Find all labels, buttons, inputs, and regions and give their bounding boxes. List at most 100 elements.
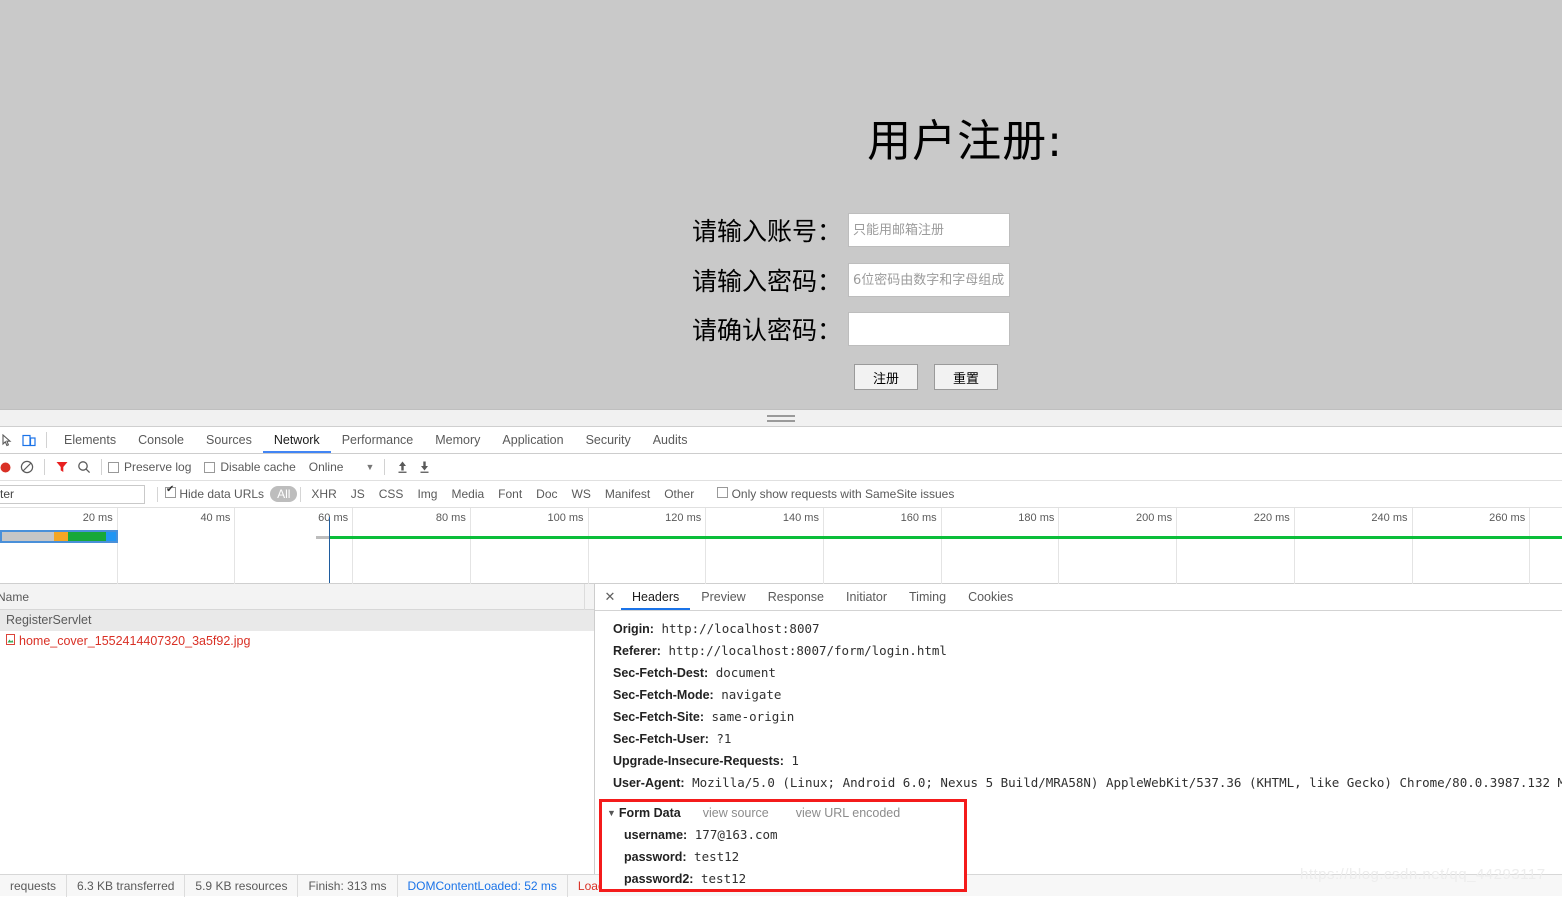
filter-type-css[interactable]: CSS — [372, 487, 411, 501]
header-value: ?1 — [716, 731, 731, 746]
header-row: Origin: http://localhost:8007 — [613, 618, 1562, 640]
network-filter-bar: Hide data URLs All XHR JS CSS Img Media … — [0, 481, 1562, 508]
search-icon[interactable] — [73, 456, 95, 478]
filter-type-manifest[interactable]: Manifest — [598, 487, 657, 501]
close-icon[interactable]: ✕ — [599, 589, 621, 605]
filter-type-font[interactable]: Font — [491, 487, 529, 501]
tab-audits[interactable]: Audits — [642, 427, 699, 453]
tab-network[interactable]: Network — [263, 427, 331, 453]
network-overview-timeline[interactable]: 20 ms40 ms60 ms80 ms100 ms120 ms140 ms16… — [0, 508, 1562, 584]
tab-headers[interactable]: Headers — [621, 584, 690, 610]
clear-requests-icon[interactable] — [16, 456, 38, 478]
header-key: Sec-Fetch-User: — [613, 732, 709, 746]
tab-response[interactable]: Response — [757, 584, 835, 610]
header-key: Sec-Fetch-Mode: — [613, 688, 714, 702]
filter-funnel-icon[interactable] — [51, 456, 73, 478]
tab-sources[interactable]: Sources — [195, 427, 263, 453]
form-data-key: username: — [624, 828, 687, 842]
throttling-dropdown[interactable]: Online ▼ — [309, 460, 375, 474]
request-row-image[interactable]: home_cover_1552414407320_3a5f92.jpg — [0, 631, 594, 652]
header-key: Origin: — [613, 622, 654, 636]
toggle-device-toolbar-icon[interactable] — [18, 429, 40, 451]
filter-divider-2 — [300, 487, 301, 502]
form-data-value: test12 — [701, 871, 746, 886]
tab-preview[interactable]: Preview — [690, 584, 756, 610]
tab-timing[interactable]: Timing — [898, 584, 957, 610]
view-url-encoded-link[interactable]: view URL encoded — [796, 806, 900, 820]
request-list[interactable]: Name RegisterServlet home_cover_15524144… — [0, 584, 595, 895]
status-resources: 5.9 KB resources — [185, 875, 298, 897]
browser-page-viewport: 用户注册: 请输入账号： 请输入密码： 请确认密码： 注册 重置 — [0, 0, 1562, 409]
form-data-header[interactable]: ▼ Form Data view source view URL encoded — [602, 802, 964, 824]
tab-application[interactable]: Application — [491, 427, 574, 453]
request-name: RegisterServlet — [6, 610, 91, 631]
filter-type-img[interactable]: Img — [410, 487, 444, 501]
filter-input[interactable] — [0, 485, 145, 504]
filter-type-doc[interactable]: Doc — [529, 487, 564, 501]
tab-console[interactable]: Console — [127, 427, 195, 453]
password-input[interactable] — [848, 263, 1010, 297]
tab-elements[interactable]: Elements — [53, 427, 127, 453]
timeline-tick: 260 ms — [0, 508, 1530, 584]
import-har-icon[interactable] — [391, 456, 413, 478]
details-tabbar: ✕ Headers Preview Response Initiator Tim… — [595, 584, 1562, 611]
network-toolbar: Preserve log Disable cache Online ▼ — [0, 454, 1562, 481]
header-row-user-agent: User-Agent: Mozilla/5.0 (Linux; Android … — [613, 772, 1562, 794]
devtools-tabbar: Elements Console Sources Network Perform… — [0, 427, 1562, 454]
form-buttons: 注册 重置 — [854, 364, 998, 390]
toolbar-divider-2 — [101, 459, 102, 475]
preserve-log-label: Preserve log — [124, 460, 191, 474]
drag-handle-icon[interactable] — [767, 415, 795, 422]
register-submit-button[interactable]: 注册 — [854, 364, 918, 390]
tab-security[interactable]: Security — [575, 427, 642, 453]
tab-initiator[interactable]: Initiator — [835, 584, 898, 610]
inspect-element-icon[interactable] — [0, 429, 18, 451]
account-input[interactable] — [848, 213, 1010, 247]
export-har-icon[interactable] — [413, 456, 435, 478]
record-button-icon[interactable] — [0, 456, 16, 478]
watermark: https://blog.csdn.net/qq_44293117 — [1300, 866, 1546, 883]
form-data-title: Form Data — [619, 806, 681, 820]
devtools-resize-splitter[interactable] — [0, 409, 1562, 427]
disable-cache-checkbox[interactable]: Disable cache — [204, 460, 295, 474]
header-row: Sec-Fetch-User: ?1 — [613, 728, 1562, 750]
tab-memory[interactable]: Memory — [424, 427, 491, 453]
filter-type-ws[interactable]: WS — [565, 487, 598, 501]
chevron-down-icon[interactable]: ▼ — [607, 808, 616, 818]
form-data-value: test12 — [694, 849, 739, 864]
request-row-registerservlet[interactable]: RegisterServlet — [0, 610, 594, 631]
form-data-key: password: — [624, 850, 687, 864]
label-password: 请输入密码： — [600, 262, 848, 298]
column-header-name[interactable]: Name — [0, 584, 585, 610]
checkbox-checked-icon — [165, 487, 176, 498]
header-value: http://localhost:8007/form/login.html — [668, 643, 946, 658]
form-data-key: password2: — [624, 872, 693, 886]
page-title: 用户注册: — [700, 105, 1230, 169]
header-value: Mozilla/5.0 (Linux; Android 6.0; Nexus 5… — [692, 775, 1562, 790]
filter-type-xhr[interactable]: XHR — [304, 487, 343, 501]
header-value: document — [716, 665, 776, 680]
form-data-row-password: password: test12 — [602, 846, 964, 868]
checkbox-box-icon — [204, 462, 215, 473]
checkbox-box-icon — [108, 462, 119, 473]
status-domcontentloaded: DOMContentLoaded: 52 ms — [398, 875, 568, 897]
filter-type-media[interactable]: Media — [444, 487, 491, 501]
filter-type-other[interactable]: Other — [657, 487, 701, 501]
preserve-log-checkbox[interactable]: Preserve log — [108, 460, 191, 474]
tab-cookies[interactable]: Cookies — [957, 584, 1024, 610]
filter-type-all[interactable]: All — [270, 486, 297, 502]
header-row: Upgrade-Insecure-Requests: 1 — [613, 750, 1562, 772]
view-source-link[interactable]: view source — [703, 806, 769, 820]
image-file-icon — [6, 631, 15, 652]
confirm-password-input[interactable] — [848, 312, 1010, 346]
status-requests: requests — [0, 875, 67, 897]
hide-data-urls-checkbox[interactable]: Hide data URLs — [165, 487, 264, 501]
register-reset-button[interactable]: 重置 — [934, 364, 998, 390]
checkbox-box-icon — [717, 487, 728, 498]
label-confirm-password: 请确认密码： — [600, 311, 848, 347]
throttling-value: Online — [309, 460, 344, 474]
samesite-issues-checkbox[interactable]: Only show requests with SameSite issues — [717, 487, 954, 501]
disable-cache-label: Disable cache — [220, 460, 295, 474]
tab-performance[interactable]: Performance — [331, 427, 425, 453]
filter-type-js[interactable]: JS — [344, 487, 372, 501]
